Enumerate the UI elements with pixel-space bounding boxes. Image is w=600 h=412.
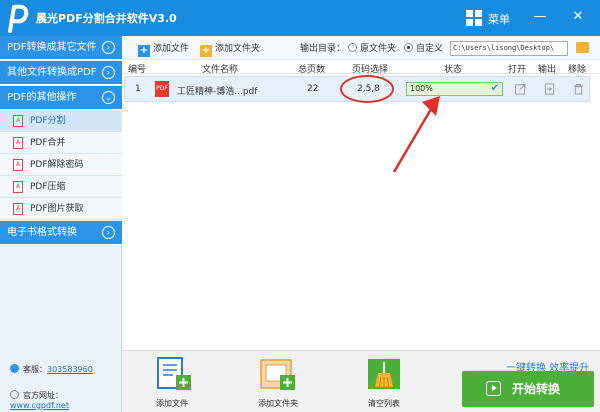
sidebar-category-pdf-to-other[interactable]: PDF转换成其它文件 › bbox=[0, 36, 122, 60]
chevron-down-icon: ⌄ bbox=[102, 91, 115, 104]
add-file-big-button[interactable] bbox=[156, 357, 192, 391]
bottom-panel: 添加文件 添加文件夹 清空列表 一键转换 效率提升 开始转换 bbox=[122, 350, 600, 412]
sidebar-item-label: PDF图片获取 bbox=[30, 204, 84, 214]
sidebar-category-label: 其他文件转换成PDF bbox=[7, 67, 97, 78]
sidebar-category-other-to-pdf[interactable]: 其他文件转换成PDF › bbox=[0, 61, 122, 85]
pdf-file-icon: A bbox=[13, 203, 23, 215]
col-open: 打开 bbox=[508, 65, 527, 75]
radio-custom-label: 自定义 bbox=[416, 44, 444, 54]
pdf-file-icon: A bbox=[13, 115, 23, 127]
col-output: 输出 bbox=[538, 65, 557, 75]
sidebar-category-label: PDF转换成其它文件 bbox=[7, 42, 97, 53]
output-dir-label: 输出目录： bbox=[300, 44, 346, 54]
pdf-file-icon: A bbox=[13, 181, 23, 193]
menu-button[interactable]: 菜单 bbox=[488, 11, 510, 27]
sidebar-item-pdf-split[interactable]: A PDF分割 bbox=[0, 110, 122, 132]
website-label: 官方网址： bbox=[23, 391, 63, 400]
sidebar-category-pdf-other-ops[interactable]: PDF的其他操作 ⌄ bbox=[0, 86, 122, 110]
sidebar-item-label: PDF分割 bbox=[30, 116, 66, 126]
col-remove: 移除 bbox=[568, 65, 587, 75]
globe-icon bbox=[10, 390, 19, 399]
sidebar-item-pdf-unlock[interactable]: A PDF解除密码 bbox=[0, 154, 122, 176]
add-folder-button[interactable]: + 添加文件夹 bbox=[200, 41, 260, 57]
pdf-file-icon: A bbox=[13, 159, 23, 171]
add-file-icon: + bbox=[138, 45, 150, 57]
app-title: 晨光PDF分割合并软件V3.0 bbox=[36, 12, 177, 25]
chevron-right-icon: › bbox=[102, 41, 115, 54]
col-name: 文件名称 bbox=[202, 65, 239, 75]
menu-grid-icon[interactable] bbox=[466, 10, 482, 26]
col-total-pages: 总页数 bbox=[298, 65, 326, 75]
radio-original-label: 原文件夹 bbox=[360, 44, 397, 54]
open-external-icon[interactable] bbox=[515, 83, 526, 95]
toolbar: + 添加文件 + 添加文件夹 输出目录： 原文件夹 自定义 C:\Users\lis… bbox=[122, 36, 600, 60]
radio-icon bbox=[348, 43, 357, 52]
sidebar-category-label: PDF的其他操作 bbox=[7, 92, 77, 103]
add-folder-big-button[interactable] bbox=[260, 357, 296, 391]
output-file-icon[interactable] bbox=[544, 83, 555, 95]
start-convert-label: 开始转换 bbox=[512, 382, 561, 396]
radio-checked-icon bbox=[404, 43, 413, 52]
support-qq-link[interactable]: 303583960 bbox=[47, 365, 93, 374]
website-link[interactable]: www.cgpdf.net bbox=[10, 401, 69, 410]
browse-folder-icon[interactable] bbox=[576, 42, 589, 53]
row-page-selection[interactable]: 2,5,8 bbox=[357, 84, 380, 94]
app-logo-icon bbox=[8, 4, 29, 33]
play-icon bbox=[486, 381, 501, 396]
official-website: 官方网址：www.cgpdf.net bbox=[10, 390, 121, 410]
chevron-right-icon: › bbox=[102, 66, 115, 79]
support-qq: 客服：303583960 bbox=[10, 364, 93, 375]
pdf-file-icon: A bbox=[13, 137, 23, 149]
pdf-file-icon: PDF bbox=[155, 81, 169, 97]
add-file-button[interactable]: + 添加文件 bbox=[138, 41, 189, 57]
sidebar-item-pdf-merge[interactable]: A PDF合并 bbox=[0, 132, 122, 154]
add-folder-big-label: 添加文件夹 bbox=[258, 399, 298, 408]
check-icon: ✔ bbox=[490, 83, 499, 94]
minimize-icon[interactable]: — bbox=[528, 6, 552, 28]
clear-list-big-label: 清空列表 bbox=[368, 399, 400, 408]
row-file-name: 工匠精神-博浩...pdf bbox=[177, 87, 258, 97]
qq-icon bbox=[10, 364, 19, 373]
add-folder-label: 添加文件夹 bbox=[215, 44, 261, 54]
row-index: 1 bbox=[135, 84, 141, 94]
sidebar-item-label: PDF合并 bbox=[30, 138, 66, 148]
add-file-label: 添加文件 bbox=[153, 44, 190, 54]
close-icon[interactable]: ✕ bbox=[566, 6, 590, 28]
sidebar-item-label: PDF压缩 bbox=[30, 182, 66, 192]
clear-list-big-button[interactable] bbox=[366, 357, 402, 391]
chevron-right-icon: › bbox=[102, 226, 115, 239]
row-total-pages: 22 bbox=[307, 84, 319, 94]
table-row[interactable]: 1 PDF 工匠精神-博浩...pdf 22 2,5,8 100% ✔ bbox=[124, 75, 590, 103]
radio-custom-folder[interactable]: 自定义 bbox=[404, 41, 443, 54]
sidebar-category-label: 电子书格式转换 bbox=[7, 227, 77, 238]
sidebar-item-label: PDF解除密码 bbox=[30, 160, 84, 170]
add-file-big-label: 添加文件 bbox=[156, 399, 188, 408]
col-status: 状态 bbox=[444, 65, 463, 75]
title-bar: 晨光PDF分割合并软件V3.0 菜单 — ✕ bbox=[0, 0, 600, 36]
add-folder-icon: + bbox=[200, 45, 212, 57]
sidebar-item-pdf-compress[interactable]: A PDF压缩 bbox=[0, 176, 122, 198]
start-convert-button[interactable]: 开始转换 bbox=[462, 371, 594, 407]
support-qq-label: 客服： bbox=[23, 365, 47, 374]
annotation-arrow bbox=[392, 96, 440, 173]
col-page-selection: 页码选择 bbox=[352, 65, 389, 75]
sidebar-category-ebook[interactable]: 电子书格式转换 › bbox=[0, 221, 122, 245]
trash-icon[interactable] bbox=[573, 83, 584, 95]
col-index: 编号 bbox=[128, 65, 147, 75]
output-path-field[interactable]: C:\Users\lisong\Desktop\ bbox=[450, 41, 568, 56]
radio-original-folder[interactable]: 原文件夹 bbox=[348, 41, 396, 54]
sidebar: PDF转换成其它文件 › 其他文件转换成PDF › PDF的其他操作 ⌄ A P… bbox=[0, 36, 122, 412]
sidebar-item-pdf-image-extract[interactable]: A PDF图片获取 bbox=[0, 198, 122, 220]
table-header: 编号 文件名称 总页数 页码选择 状态 打开 输出 移除 bbox=[122, 60, 600, 75]
